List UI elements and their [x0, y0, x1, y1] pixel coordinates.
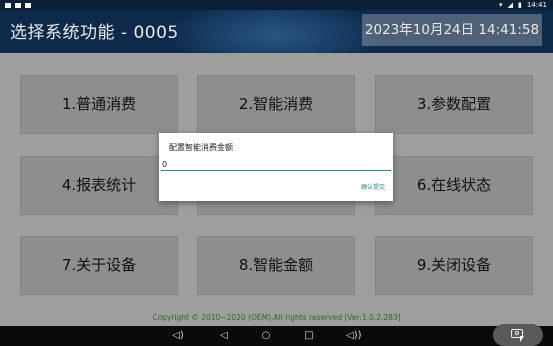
header-decoration	[170, 10, 380, 53]
menu-tile-smart-amount[interactable]: 8.智能金额	[197, 236, 355, 295]
status-time: 14:41	[526, 1, 547, 9]
status-bar: ▾ ◢ ▮ 14:41	[0, 0, 553, 10]
mouse-cursor-icon	[520, 336, 524, 342]
header-bar: 选择系统功能 - 0005 2023年10月24日 14:41:58	[0, 10, 553, 53]
battery-icon: ▮	[517, 1, 522, 9]
menu-tile-shutdown-device[interactable]: 9.关闭设备	[375, 236, 533, 295]
dialog-title: 配置智能消费金额	[169, 143, 233, 152]
menu-tile-about-device[interactable]: 7.关于设备	[20, 236, 178, 295]
lock-icon	[25, 2, 31, 8]
screenshot-button[interactable]	[493, 324, 543, 346]
back-icon[interactable]: ◁	[218, 330, 230, 342]
image-icon	[15, 2, 21, 8]
home-icon[interactable]: ○	[260, 330, 272, 342]
menu-tile-online-status[interactable]: 6.在线状态	[375, 156, 533, 215]
wifi-icon: ▾	[499, 1, 503, 9]
amount-config-dialog: 配置智能消费金额 确认提交	[159, 133, 393, 201]
menu-tile-param-config[interactable]: 3.参数配置	[375, 75, 533, 134]
recents-icon[interactable]: □	[303, 330, 315, 342]
app-screen: ▾ ◢ ▮ 14:41 选择系统功能 - 0005 2023年10月24日 14…	[0, 0, 553, 346]
datetime-display: 2023年10月24日 14:41:58	[362, 14, 542, 46]
navigation-bar: ◁) ◁ ○ □ ◁))	[0, 326, 553, 346]
menu-tile-normal-consume[interactable]: 1.普通消费	[20, 75, 178, 134]
copyright-text: Copyright © 2010~2020 (OEM),All rights r…	[152, 313, 401, 322]
notification-icon	[5, 2, 11, 8]
volume-down-icon[interactable]: ◁)	[172, 330, 184, 342]
menu-tile-smart-consume[interactable]: 2.智能消费	[197, 75, 355, 134]
confirm-submit-button[interactable]: 确认提交	[361, 182, 385, 191]
signal-icon: ◢	[507, 1, 513, 9]
amount-input[interactable]	[161, 159, 391, 171]
volume-up-icon[interactable]: ◁))	[346, 330, 362, 342]
menu-tile-report-stats[interactable]: 4.报表统计	[20, 156, 178, 215]
page-title: 选择系统功能 - 0005	[10, 23, 179, 43]
